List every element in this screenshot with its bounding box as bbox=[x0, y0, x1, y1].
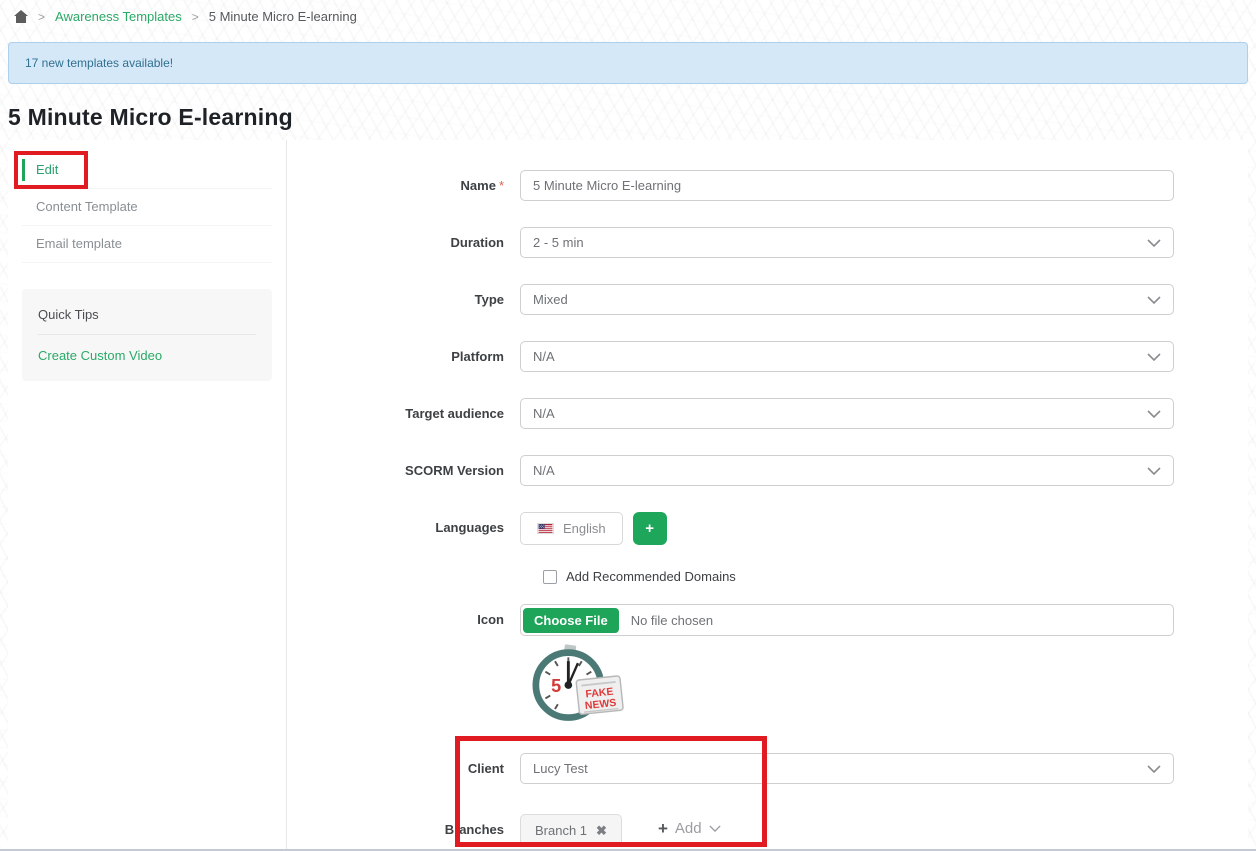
info-banner-text: 17 new templates available! bbox=[25, 56, 173, 70]
remove-branch-icon[interactable]: ✖ bbox=[596, 823, 607, 839]
name-input[interactable] bbox=[520, 170, 1174, 201]
languages-label: Languages bbox=[287, 512, 520, 535]
target-audience-value: N/A bbox=[533, 406, 555, 421]
chevron-down-icon bbox=[1147, 410, 1161, 418]
choose-file-button[interactable]: Choose File bbox=[523, 608, 619, 633]
file-chosen-status: No file chosen bbox=[631, 613, 713, 628]
quick-tips-title: Quick Tips bbox=[38, 293, 256, 335]
sidebar-item-label: Edit bbox=[36, 162, 58, 177]
form-row-name: Name* bbox=[287, 170, 1248, 201]
client-select[interactable]: Lucy Test bbox=[520, 753, 1174, 784]
form-row-duration: Duration 2 - 5 min bbox=[287, 227, 1248, 258]
target-audience-select[interactable]: N/A bbox=[520, 398, 1174, 429]
platform-select[interactable]: N/A bbox=[520, 341, 1174, 372]
type-value: Mixed bbox=[533, 292, 568, 307]
platform-label: Platform bbox=[287, 341, 520, 364]
svg-text:5: 5 bbox=[551, 676, 561, 696]
content-card: Edit Content Template Email template Qui… bbox=[8, 140, 1248, 849]
form-row-type: Type Mixed bbox=[287, 284, 1248, 315]
form-row-platform: Platform N/A bbox=[287, 341, 1248, 372]
plus-icon: + bbox=[645, 520, 654, 537]
sidebar-item-content-template[interactable]: Content Template bbox=[22, 189, 272, 226]
icon-file-input[interactable]: Choose File No file chosen bbox=[520, 604, 1174, 636]
add-branch-dropdown[interactable]: + Add bbox=[650, 814, 729, 846]
chevron-down-icon bbox=[1147, 239, 1161, 247]
add-branch-label: Add bbox=[675, 820, 702, 837]
breadcrumb-separator: > bbox=[38, 10, 45, 24]
us-flag-icon bbox=[537, 523, 554, 534]
edit-form: Name* Duration 2 - 5 min Type Mixed bbox=[287, 140, 1248, 849]
duration-label: Duration bbox=[287, 227, 520, 250]
page-title: 5 Minute Micro E-learning bbox=[8, 104, 293, 131]
name-label: Name* bbox=[287, 170, 520, 193]
add-recommended-domains-row: Add Recommended Domains bbox=[543, 569, 1248, 584]
platform-value: N/A bbox=[533, 349, 555, 364]
icon-label: Icon bbox=[287, 604, 520, 627]
branches-label: Branches bbox=[287, 814, 520, 837]
chevron-down-icon bbox=[1147, 467, 1161, 475]
quick-tips-link-create-custom-video[interactable]: Create Custom Video bbox=[38, 335, 256, 375]
duration-value: 2 - 5 min bbox=[533, 235, 584, 250]
sidebar-item-email-template[interactable]: Email template bbox=[22, 226, 272, 263]
form-row-client: Client Lucy Test bbox=[287, 753, 1248, 784]
form-row-languages: Languages English bbox=[287, 512, 1248, 545]
client-label: Client bbox=[287, 753, 520, 776]
add-recommended-domains-checkbox[interactable] bbox=[543, 570, 557, 584]
template-icon-preview: 5 FAKE NEWS bbox=[528, 644, 1248, 735]
chevron-down-icon bbox=[1147, 296, 1161, 304]
branch-chip-label: Branch 1 bbox=[535, 823, 587, 838]
quick-tips-panel: Quick Tips Create Custom Video bbox=[22, 289, 272, 381]
chevron-down-icon bbox=[1147, 765, 1161, 773]
scorm-version-value: N/A bbox=[533, 463, 555, 478]
language-chip-english[interactable]: English bbox=[520, 512, 623, 545]
add-language-button[interactable]: + bbox=[633, 512, 667, 545]
scorm-version-label: SCORM Version bbox=[287, 455, 520, 478]
clock-fake-news-image: 5 FAKE NEWS bbox=[528, 644, 624, 730]
form-row-scorm-version: SCORM Version N/A bbox=[287, 455, 1248, 486]
target-audience-label: Target audience bbox=[287, 398, 520, 421]
client-value: Lucy Test bbox=[533, 761, 588, 776]
add-recommended-domains-label[interactable]: Add Recommended Domains bbox=[566, 569, 736, 584]
sidebar-item-label: Content Template bbox=[36, 199, 138, 214]
active-indicator-bar bbox=[22, 159, 25, 181]
required-asterisk: * bbox=[499, 178, 504, 193]
sidebar-item-label: Email template bbox=[36, 236, 122, 251]
breadcrumb-separator: > bbox=[192, 10, 199, 24]
type-select[interactable]: Mixed bbox=[520, 284, 1174, 315]
sidebar-item-edit[interactable]: Edit bbox=[22, 152, 272, 189]
chevron-down-icon bbox=[709, 825, 721, 832]
type-label: Type bbox=[287, 284, 520, 307]
form-row-target-audience: Target audience N/A bbox=[287, 398, 1248, 429]
breadcrumb-current: 5 Minute Micro E-learning bbox=[209, 9, 357, 24]
info-banner: 17 new templates available! bbox=[8, 42, 1248, 84]
breadcrumb-link-awareness-templates[interactable]: Awareness Templates bbox=[55, 9, 182, 24]
chevron-down-icon bbox=[1147, 353, 1161, 361]
branch-chip-branch-1[interactable]: Branch 1 ✖ bbox=[520, 814, 622, 847]
scorm-version-select[interactable]: N/A bbox=[520, 455, 1174, 486]
breadcrumb: > Awareness Templates > 5 Minute Micro E… bbox=[14, 9, 357, 24]
duration-select[interactable]: 2 - 5 min bbox=[520, 227, 1174, 258]
plus-icon: + bbox=[658, 820, 668, 837]
form-row-icon: Icon Choose File No file chosen bbox=[287, 604, 1248, 636]
home-icon[interactable] bbox=[14, 10, 28, 23]
form-row-branches: Branches Branch 1 ✖ + Add bbox=[287, 814, 1248, 847]
language-chip-label: English bbox=[563, 521, 606, 536]
sidebar: Edit Content Template Email template Qui… bbox=[8, 140, 287, 849]
